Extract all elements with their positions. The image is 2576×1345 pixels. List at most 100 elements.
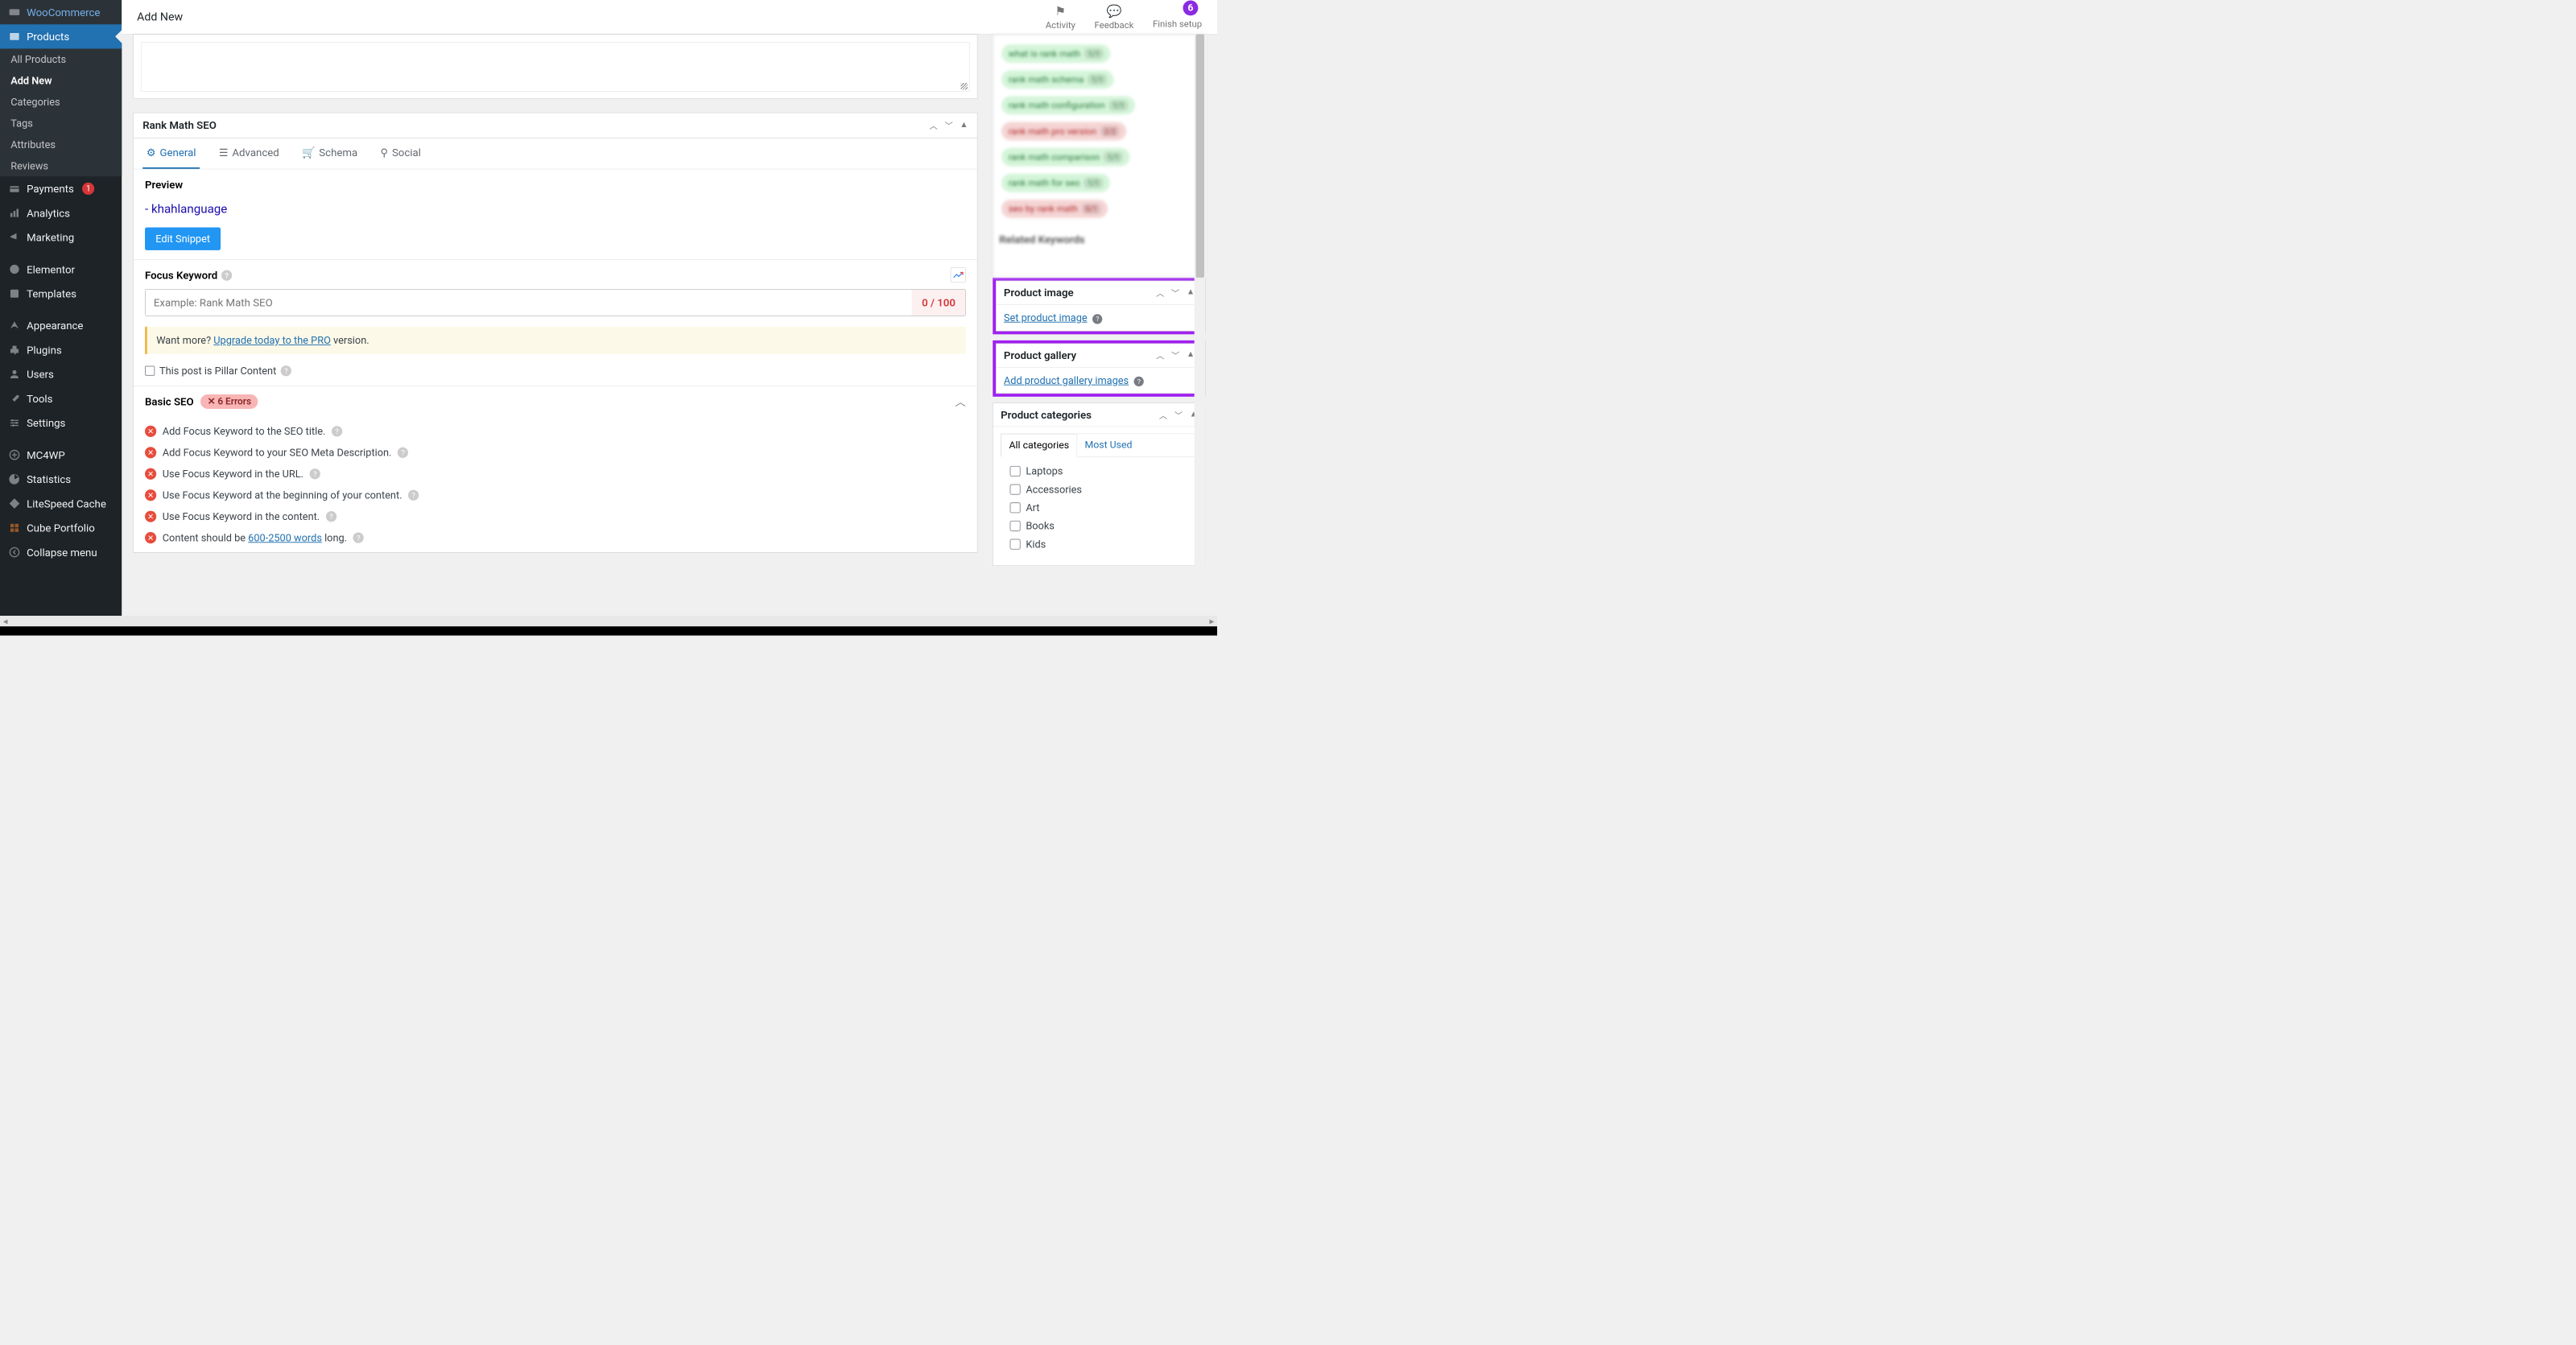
category-item[interactable]: Laptops: [1005, 462, 1194, 481]
keyword-tag[interactable]: rank math configuration 1/1: [1001, 97, 1135, 115]
move-up-icon[interactable]: ︿: [929, 119, 937, 131]
sidebar-settings[interactable]: Settings: [0, 411, 122, 435]
category-checkbox[interactable]: [1009, 484, 1020, 494]
sidebar-label: Analytics: [27, 207, 70, 220]
sidebar-elementor[interactable]: Elementor: [0, 257, 122, 281]
move-down-icon[interactable]: ﹀: [944, 119, 952, 131]
set-product-image-link[interactable]: Set product image: [1004, 311, 1088, 324]
subitem-categories[interactable]: Categories: [0, 91, 122, 112]
category-checkbox[interactable]: [1009, 539, 1020, 550]
action-label: Feedback: [1095, 19, 1134, 30]
edit-snippet-button[interactable]: Edit Snippet: [145, 228, 221, 250]
pillar-checkbox[interactable]: [145, 366, 155, 376]
upgrade-link[interactable]: Upgrade today to the PRO: [213, 334, 331, 346]
error-icon: ✕: [145, 489, 156, 501]
basic-seo-header[interactable]: Basic SEO ✕ 6 Errors ︿: [134, 386, 977, 417]
sidebar-cube[interactable]: Cube Portfolio: [0, 516, 122, 540]
move-up-icon[interactable]: ︿: [1159, 409, 1167, 421]
sidebar-templates[interactable]: Templates: [0, 282, 122, 306]
keyword-tag[interactable]: rank math schema 1/1: [1001, 70, 1113, 89]
page-title: Add New: [137, 10, 183, 24]
subitem-all-products[interactable]: All Products: [0, 48, 122, 69]
scroll-left-arrow[interactable]: ◀: [0, 616, 10, 626]
sidebar-statistics[interactable]: Statistics: [0, 467, 122, 491]
category-item[interactable]: Art: [1005, 498, 1194, 517]
finish-setup-button[interactable]: 6 Finish setup: [1153, 5, 1202, 29]
tab-advanced[interactable]: ☰ Advanced: [215, 138, 283, 169]
subitem-tags[interactable]: Tags: [0, 113, 122, 134]
sidebar-woocommerce[interactable]: WooCommerce: [0, 0, 122, 24]
tab-social[interactable]: ⚲ Social: [377, 138, 425, 169]
category-label: Kids: [1026, 538, 1046, 551]
error-icon: ✕: [145, 468, 156, 480]
toggle-icon[interactable]: ▲: [1187, 349, 1195, 361]
tab-all-categories[interactable]: All categories: [1001, 434, 1077, 456]
toggle-icon[interactable]: ▲: [960, 119, 968, 131]
resize-handle[interactable]: [961, 83, 968, 90]
keyword-tag[interactable]: seo by rank math 0/1: [1001, 200, 1108, 218]
category-item[interactable]: Accessories: [1005, 481, 1194, 499]
help-icon[interactable]: ?: [221, 270, 232, 280]
preview-title-link[interactable]: - khahlanguage: [145, 201, 966, 216]
category-checkbox[interactable]: [1009, 466, 1020, 477]
move-up-icon[interactable]: ︿: [1156, 349, 1164, 361]
collapse-icon[interactable]: ︿: [955, 394, 965, 410]
sidebar-products[interactable]: Products: [0, 24, 122, 48]
help-icon[interactable]: ?: [281, 365, 291, 376]
help-icon[interactable]: ?: [353, 533, 364, 543]
tab-schema[interactable]: 🛒 Schema: [298, 138, 361, 169]
tab-most-used[interactable]: Most Used: [1077, 434, 1140, 456]
help-icon[interactable]: ?: [310, 468, 320, 479]
category-checkbox[interactable]: [1009, 521, 1020, 531]
category-item[interactable]: Books: [1005, 517, 1194, 535]
toggle-icon[interactable]: ▲: [1187, 287, 1195, 299]
tab-label: Social: [392, 146, 421, 159]
vertical-scrollbar[interactable]: [1195, 35, 1206, 616]
category-item[interactable]: Kids: [1005, 535, 1194, 554]
keyword-tag[interactable]: rank math pro version 2/2: [1001, 122, 1126, 141]
trends-button[interactable]: [951, 267, 966, 283]
keyword-tag[interactable]: rank math for seo 1/1: [1001, 174, 1110, 192]
products-icon: [7, 30, 21, 43]
subitem-reviews[interactable]: Reviews: [0, 155, 122, 176]
subitem-attributes[interactable]: Attributes: [0, 134, 122, 155]
help-icon[interactable]: ?: [398, 448, 408, 458]
sidebar-marketing[interactable]: Marketing: [0, 225, 122, 250]
feedback-button[interactable]: 💬 Feedback: [1095, 3, 1134, 30]
keyword-tag[interactable]: what is rank math 1/1: [1001, 44, 1110, 63]
tab-general[interactable]: ⚙ General: [142, 138, 200, 169]
horizontal-scrollbar[interactable]: ◀ ▶: [0, 616, 1217, 626]
label-text: Focus Keyword: [145, 269, 217, 282]
move-down-icon[interactable]: ﹀: [1171, 349, 1179, 361]
activity-button[interactable]: ⚑ Activity: [1046, 3, 1075, 30]
scroll-right-arrow[interactable]: ▶: [1207, 616, 1217, 626]
sidebar-users[interactable]: Users: [0, 362, 122, 386]
move-up-icon[interactable]: ︿: [1156, 287, 1164, 299]
keyword-tag[interactable]: rank math comparison 1/1: [1001, 148, 1129, 167]
move-down-icon[interactable]: ﹀: [1174, 409, 1183, 421]
move-down-icon[interactable]: ﹀: [1171, 287, 1179, 299]
description-textarea[interactable]: [141, 42, 969, 91]
help-icon[interactable]: ?: [326, 511, 336, 522]
help-icon[interactable]: ?: [332, 426, 342, 436]
sidebar-payments[interactable]: Payments 1: [0, 176, 122, 200]
add-gallery-images-link[interactable]: Add product gallery images: [1004, 374, 1129, 386]
help-icon[interactable]: ?: [1134, 377, 1144, 386]
sidebar-collapse[interactable]: Collapse menu: [0, 540, 122, 564]
focus-keyword-input[interactable]: [145, 290, 911, 316]
notice-text: Want more?: [156, 334, 213, 346]
sidebar-appearance[interactable]: Appearance: [0, 313, 122, 337]
feedback-icon: 💬: [1107, 3, 1122, 18]
sidebar-mc4wp[interactable]: MC4WP: [0, 443, 122, 467]
analytics-icon: [7, 206, 21, 220]
help-icon[interactable]: ?: [408, 490, 419, 501]
sidebar-plugins[interactable]: Plugins: [0, 338, 122, 362]
sidebar-tools[interactable]: Tools: [0, 386, 122, 411]
subitem-add-new[interactable]: Add New: [0, 70, 122, 91]
category-checkbox[interactable]: [1009, 502, 1020, 513]
sidebar-analytics[interactable]: Analytics: [0, 200, 122, 225]
help-icon[interactable]: ?: [1092, 314, 1102, 324]
errors-text: 6 Errors: [217, 396, 251, 407]
word-count-link[interactable]: 600-2500 words: [248, 532, 322, 544]
sidebar-litespeed[interactable]: LiteSpeed Cache: [0, 491, 122, 515]
